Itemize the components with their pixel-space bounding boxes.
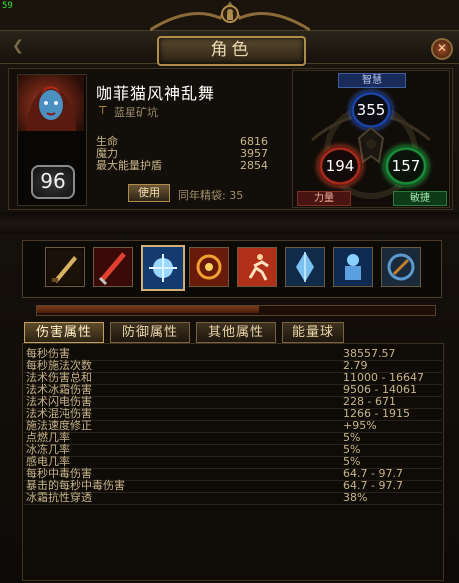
fire-rune-icon <box>190 248 228 286</box>
close-icon: ✕ <box>436 41 448 55</box>
row-divider <box>22 444 442 445</box>
strength-orb[interactable]: 194 <box>318 146 362 186</box>
dexterity-orb[interactable]: 157 <box>384 146 428 186</box>
level-badge: 96 <box>31 165 75 199</box>
character-portrait-icon <box>26 85 76 131</box>
guild-name: 蓝星矿坑 <box>114 106 158 119</box>
stat-shield-label: 最大能量护盾 <box>96 159 162 172</box>
strength-label: 力量 <box>297 191 351 206</box>
tab-defense[interactable]: 防御属性 <box>110 322 190 343</box>
stat-row-label: 冰霜抗性穿透 <box>26 491 92 504</box>
crest-ornament <box>150 1 310 32</box>
skill-slot[interactable] <box>189 247 229 287</box>
league-label: 同年精袋: 35 <box>178 189 244 202</box>
tab-energy-orbs[interactable]: 能量球 <box>282 322 344 343</box>
skill-slot[interactable] <box>45 247 85 287</box>
scroll-left-icon: ❮ <box>12 38 24 54</box>
character-name: 咖菲猫风神乱舞 <box>96 84 216 103</box>
experience-bar-fill <box>37 306 259 313</box>
dagger-icon <box>52 256 77 283</box>
avatar[interactable] <box>18 75 84 131</box>
stat-shield-value: 2854 <box>240 159 268 172</box>
frost-crystal-icon <box>286 248 324 286</box>
base-stats-values: 6816 3957 2854 <box>226 136 268 172</box>
section-divider <box>0 212 459 234</box>
row-divider <box>22 432 442 433</box>
skill-slot[interactable] <box>141 245 185 291</box>
stat-row-value: 38% <box>343 491 368 504</box>
fps-counter: 59 <box>2 1 13 11</box>
intelligence-label: 智慧 <box>338 73 406 88</box>
base-stats-labels: 生命 魔力 最大能量护盾 <box>96 136 162 172</box>
intelligence-orb[interactable]: 355 <box>350 91 392 129</box>
row-divider <box>22 456 442 457</box>
tab-damage[interactable]: 伤害属性 <box>24 322 104 343</box>
skill-slot[interactable] <box>333 247 373 287</box>
skill-slot[interactable] <box>93 247 133 287</box>
close-button[interactable]: ✕ <box>431 38 453 60</box>
shield-rune-icon <box>382 248 420 286</box>
skill-bar <box>22 240 442 298</box>
character-panel: 59 ❮ 角色 ✕ 96 咖菲猫风神乱舞 ⊤ 蓝星矿坑 生命 魔力 最大能量护盾… <box>0 0 459 583</box>
bloody-sword-icon <box>94 248 132 286</box>
guild-icon: ⊤ <box>98 104 108 117</box>
ice-golem-icon <box>334 248 372 286</box>
skill-slot[interactable] <box>381 247 421 287</box>
tab-other[interactable]: 其他属性 <box>196 322 276 343</box>
sprint-icon <box>238 248 276 286</box>
use-button[interactable]: 使用 <box>128 184 170 202</box>
row-divider <box>22 504 442 505</box>
skill-slot[interactable] <box>237 247 277 287</box>
skill-slot[interactable] <box>285 247 325 287</box>
window-title: 角色 <box>157 36 306 66</box>
dexterity-label: 敏捷 <box>393 191 447 206</box>
ice-nova-icon <box>143 247 183 289</box>
